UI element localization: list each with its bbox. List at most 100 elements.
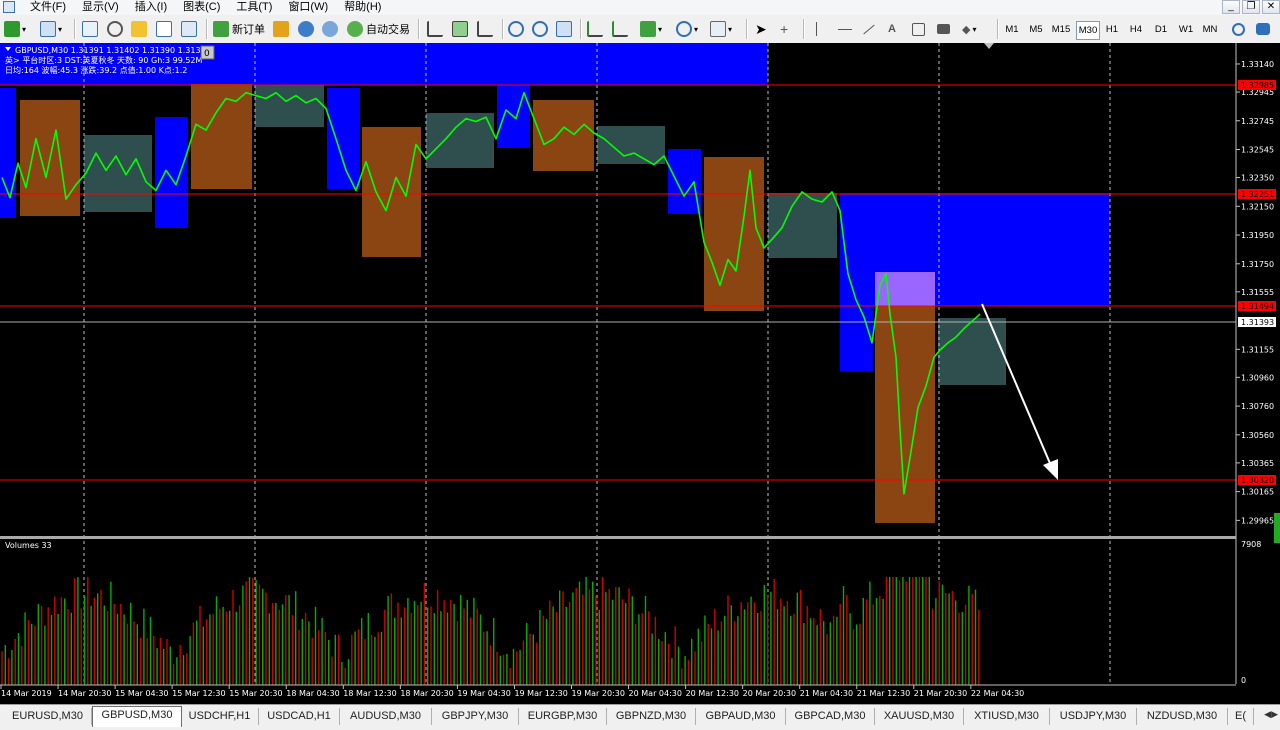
- vertical-line-tool[interactable]: [816, 19, 817, 39]
- terminal-button[interactable]: [156, 19, 172, 39]
- price-zone: [0, 88, 16, 218]
- menu-charts[interactable]: 图表(C): [175, 0, 228, 15]
- menu-help[interactable]: 帮助(H): [336, 0, 389, 15]
- text-tool[interactable]: A: [888, 19, 896, 39]
- chart-tab-gbpusd-m30[interactable]: GBPUSD,M30: [92, 706, 182, 727]
- cursor-tool[interactable]: ➤: [755, 19, 767, 39]
- menu-file[interactable]: 文件(F): [22, 0, 74, 15]
- menu-tools[interactable]: 工具(T): [228, 0, 280, 15]
- time-tick-label: 15 Mar 04:30: [115, 689, 168, 698]
- price-tick-label: 1.30365: [1241, 459, 1274, 468]
- chart-tab-xtiusd-m30[interactable]: XTIUSD,M30: [964, 708, 1050, 725]
- chart-tab-usdcad-h1[interactable]: USDCAD,H1: [259, 708, 340, 725]
- price-tick-label: 1.30960: [1241, 373, 1274, 382]
- price-zone: [938, 318, 1006, 385]
- time-tick-label: 18 Mar 20:30: [400, 689, 453, 698]
- crosshair-tool[interactable]: +: [780, 19, 788, 39]
- scale-scroll-handle[interactable]: [1274, 513, 1280, 543]
- metaeditor-button[interactable]: [273, 19, 289, 39]
- menu-insert[interactable]: 插入(I): [127, 0, 175, 15]
- auto-scroll-button[interactable]: [587, 19, 603, 39]
- zoom-out-icon: [532, 21, 548, 37]
- search-button[interactable]: [1232, 19, 1245, 39]
- time-tick-label: 15 Mar 12:30: [172, 689, 225, 698]
- chart-tab-gbpjpy-m30[interactable]: GBPJPY,M30: [432, 708, 519, 725]
- timeframe-h4-button[interactable]: H4: [1125, 21, 1147, 38]
- search-icon: [1232, 22, 1245, 36]
- profiles-button[interactable]: ▾: [40, 19, 62, 39]
- zoom-out-button[interactable]: [532, 19, 548, 39]
- restore-icon[interactable]: ❐: [1242, 0, 1260, 14]
- chat-button[interactable]: [1256, 19, 1270, 39]
- community-button[interactable]: [298, 19, 314, 39]
- price-tick-label: 1.31950: [1241, 231, 1274, 240]
- text-label-tool[interactable]: [912, 19, 925, 39]
- candlestick-button[interactable]: [452, 19, 468, 39]
- timeframe-d1-button[interactable]: D1: [1150, 21, 1172, 38]
- price-tick-label: 1.32745: [1241, 117, 1274, 126]
- price-tick-label: 1.33140: [1241, 60, 1274, 69]
- auto-trading-button[interactable]: 自动交易: [347, 19, 410, 39]
- market-watch-icon: [82, 21, 98, 37]
- tester-button[interactable]: [181, 19, 197, 39]
- timeframe-m15-button[interactable]: M15: [1050, 21, 1072, 38]
- market-watch-button[interactable]: [82, 19, 98, 39]
- new-order-button[interactable]: 新订单: [213, 19, 265, 39]
- tile-windows-button[interactable]: [556, 19, 572, 39]
- price-zone: [668, 149, 701, 214]
- menu-window[interactable]: 窗口(W): [280, 0, 336, 15]
- rectangle-tool[interactable]: [937, 19, 950, 39]
- bar-chart-button[interactable]: [427, 19, 443, 39]
- time-tick-label: 14 Mar 20:30: [58, 689, 111, 698]
- close-icon[interactable]: ✕: [1262, 0, 1280, 14]
- horizontal-line-tool[interactable]: [838, 19, 852, 39]
- chart-tab-gbpaud-m30[interactable]: GBPAUD,M30: [696, 708, 786, 725]
- market-button[interactable]: [322, 19, 338, 39]
- data-window-button[interactable]: [107, 19, 123, 39]
- timeframe-h1-button[interactable]: H1: [1101, 21, 1123, 38]
- projection-arrow-head: [1043, 459, 1058, 480]
- indicators-button[interactable]: ▾: [640, 19, 662, 39]
- price-tick-label: 1.31555: [1241, 288, 1274, 297]
- periods-button[interactable]: ▾: [676, 19, 698, 39]
- objects-menu-button[interactable]: ◆ ▾: [962, 19, 976, 39]
- chart-tab-nzdusd-m30[interactable]: NZDUSD,M30: [1137, 708, 1228, 725]
- zoom-in-button[interactable]: [508, 19, 524, 39]
- chart-tab-usdjpy-m30[interactable]: USDJPY,M30: [1050, 708, 1137, 725]
- chart-tab-gbpnzd-m30[interactable]: GBPNZD,M30: [607, 708, 696, 725]
- chart-tab-eurusd-m30[interactable]: EURUSD,M30: [4, 708, 92, 725]
- timeframe-m5-button[interactable]: M5: [1025, 21, 1047, 38]
- volume-scale-max: 7908: [1241, 540, 1261, 549]
- auto-trading-icon: [347, 21, 363, 37]
- timeframe-mn-button[interactable]: MN: [1199, 21, 1221, 38]
- subwindow-separator[interactable]: [0, 536, 1236, 539]
- chart-tab-audusd-m30[interactable]: AUDUSD,M30: [340, 708, 432, 725]
- templates-button[interactable]: ▾: [710, 19, 732, 39]
- current-price-label: 1.31393: [1241, 318, 1274, 327]
- zoom-in-icon: [508, 21, 524, 37]
- timeframe-w1-button[interactable]: W1: [1175, 21, 1197, 38]
- tab-scroll-arrows[interactable]: ◀▶: [1264, 709, 1278, 720]
- chart-window[interactable]: 1.33140 1.32945 1.32745 1.32545 1.32350 1.321…: [0, 43, 1280, 704]
- line-chart-button[interactable]: [477, 19, 493, 39]
- minimize-icon[interactable]: _: [1222, 0, 1240, 14]
- volume-scale-min: 0: [1241, 676, 1246, 685]
- price-zone: [497, 68, 530, 148]
- timeframe-m30-button[interactable]: M30: [1076, 21, 1100, 40]
- chart-tab-gbpcad-m30[interactable]: GBPCAD,M30: [786, 708, 875, 725]
- navigator-button[interactable]: [131, 19, 147, 39]
- tile-icon: [556, 21, 572, 37]
- chart-tab-usdchf-h1[interactable]: USDCHF,H1: [181, 708, 259, 725]
- chart-tab-e[interactable]: E(: [1228, 708, 1254, 725]
- chart-tab-eurgbp-m30[interactable]: EURGBP,M30: [519, 708, 607, 725]
- menu-view[interactable]: 显示(V): [74, 0, 127, 15]
- timeframe-m1-button[interactable]: M1: [1001, 21, 1023, 38]
- price-chart[interactable]: 1.331401.329451.327451.325451.323501.321…: [0, 43, 1280, 704]
- trendline-tool[interactable]: [862, 19, 876, 39]
- new-chart-button[interactable]: ▾: [4, 19, 26, 39]
- chart-shift-marker[interactable]: [984, 43, 994, 49]
- indicators-icon: [640, 21, 656, 37]
- chart-tab-xauusd-m30[interactable]: XAUUSD,M30: [875, 708, 964, 725]
- chart-shift-button[interactable]: [612, 19, 628, 39]
- bar-chart-icon: [427, 21, 443, 37]
